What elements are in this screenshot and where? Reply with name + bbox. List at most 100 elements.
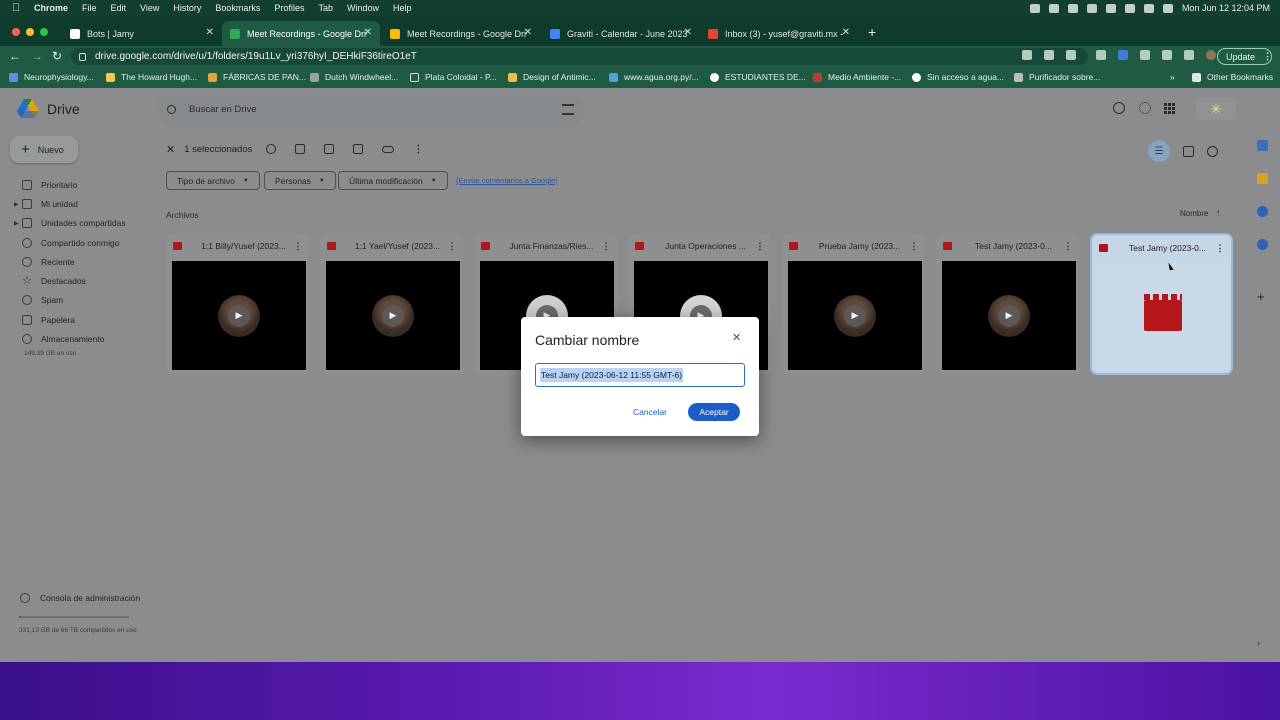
- drive-logo[interactable]: Drive: [17, 99, 80, 118]
- file-more-icon[interactable]: ⋮: [909, 241, 919, 252]
- close-tab-icon[interactable]: ✕: [524, 27, 532, 38]
- close-tab-icon[interactable]: ✕: [684, 27, 692, 38]
- share-person-icon[interactable]: [266, 144, 277, 154]
- menu-app-name[interactable]: Chrome: [34, 3, 68, 13]
- collapse-panel-chevron-icon[interactable]: ›: [1257, 638, 1268, 649]
- bluetooth-icon[interactable]: [1105, 3, 1116, 13]
- close-tab-icon[interactable]: ✕: [206, 27, 214, 38]
- file-more-icon[interactable]: ⋮: [447, 241, 457, 252]
- control-center-icon[interactable]: [1162, 3, 1173, 13]
- browser-tab[interactable]: Graviti - Calendar - June 2023 ✕: [542, 21, 700, 46]
- file-more-icon[interactable]: ⋮: [1063, 241, 1073, 252]
- file-card[interactable]: Test Jamy (2023-0... ⋮ ▶: [936, 233, 1079, 375]
- media-icon[interactable]: [1162, 50, 1172, 60]
- sidebar-item-recent[interactable]: Reciente: [22, 255, 75, 269]
- file-thumbnail[interactable]: ▶: [326, 261, 460, 370]
- sidebar-item-trash[interactable]: Papelera: [22, 313, 75, 327]
- browser-tab-active[interactable]: Meet Recordings - Google Drive ✕: [222, 21, 380, 46]
- bookmark-item[interactable]: Dutch Windwheel...: [310, 72, 398, 82]
- sidebar-item-priority[interactable]: Prioritario: [22, 178, 77, 192]
- filter-file-type[interactable]: Tipo de archivo ▼: [166, 171, 260, 190]
- apple-icon[interactable]: : [12, 2, 24, 14]
- info-icon[interactable]: [1207, 145, 1218, 157]
- sidebar-item-storage[interactable]: Almacenamiento: [22, 332, 104, 346]
- bookmark-item[interactable]: Sin acceso a agua...: [912, 72, 1004, 82]
- list-view-icon[interactable]: [1183, 145, 1194, 157]
- expand-caret-icon[interactable]: ▶: [14, 201, 19, 208]
- minimize-window-button[interactable]: [26, 28, 34, 36]
- filter-people[interactable]: Personas ▼: [264, 171, 336, 190]
- update-button[interactable]: Update ⋮: [1217, 48, 1272, 65]
- file-thumbnail[interactable]: ▶: [172, 261, 306, 370]
- bookmark-item[interactable]: Plata Coloidal - P...: [410, 72, 497, 82]
- maximize-window-button[interactable]: [40, 28, 48, 36]
- new-tab-plus-icon[interactable]: +: [868, 24, 876, 40]
- star-icon[interactable]: [1066, 50, 1076, 60]
- close-tab-icon[interactable]: ✕: [364, 27, 372, 38]
- lock-icon[interactable]: [79, 52, 86, 61]
- menu-edit[interactable]: Edit: [111, 3, 127, 13]
- menu-profiles[interactable]: Profiles: [274, 3, 304, 13]
- sidebar-item-starred[interactable]: ☆ Destacados: [22, 274, 86, 288]
- cancel-button[interactable]: Cancelar: [629, 403, 671, 421]
- file-thumbnail[interactable]: ▶: [788, 261, 922, 370]
- search-icon[interactable]: [1143, 3, 1154, 13]
- menu-file[interactable]: File: [82, 3, 97, 13]
- file-card[interactable]: 1:1 Yael/Yusef (2023... ⋮ ▶: [320, 233, 463, 375]
- status-app-icon[interactable]: [1048, 3, 1059, 13]
- puzzle-icon[interactable]: [1140, 50, 1150, 60]
- search-icon[interactable]: [167, 105, 176, 114]
- sort-arrow-up-icon[interactable]: ↑: [1215, 208, 1220, 219]
- file-thumbnail[interactable]: [1096, 261, 1230, 370]
- file-card-selected[interactable]: Test Jamy (2023-0... ⋮: [1090, 233, 1233, 375]
- accept-button[interactable]: Aceptar: [688, 403, 740, 421]
- menu-history[interactable]: History: [173, 3, 201, 13]
- bookmarks-overflow-icon[interactable]: »: [1170, 72, 1175, 82]
- download-icon[interactable]: [295, 144, 306, 154]
- menu-bookmarks[interactable]: Bookmarks: [215, 3, 260, 13]
- sidebar-item-spam[interactable]: Spam: [22, 293, 63, 307]
- help-icon[interactable]: [1113, 102, 1125, 114]
- clear-selection-icon[interactable]: ✕: [166, 143, 175, 156]
- forward-arrow-icon[interactable]: →: [31, 49, 43, 63]
- kebab-menu-icon[interactable]: ⋮: [1263, 51, 1272, 62]
- bookmark-item[interactable]: www.agua.org.py/...: [609, 72, 699, 82]
- menubar-clock[interactable]: Mon Jun 12 12:04 PM: [1182, 3, 1270, 13]
- url-text[interactable]: drive.google.com/drive/u/1/folders/19u1L…: [95, 51, 417, 62]
- calendar-addon-icon[interactable]: [1257, 140, 1268, 151]
- filter-last-modified[interactable]: Última modificación ▼: [338, 171, 448, 190]
- menu-tab[interactable]: Tab: [318, 3, 333, 13]
- link-icon[interactable]: [382, 145, 395, 153]
- search-bar[interactable]: Buscar en Drive: [156, 94, 586, 125]
- new-button[interactable]: + Nuevo: [10, 136, 78, 163]
- file-card[interactable]: 1:1 Billy/Yusef (2023... ⋮ ▶: [166, 233, 309, 375]
- tasks-addon-icon[interactable]: [1257, 206, 1268, 217]
- feedback-link[interactable]: (Enviar comentarios a Google): [456, 176, 558, 185]
- bookmark-item[interactable]: Design of Antimic...: [508, 72, 596, 82]
- menu-help[interactable]: Help: [393, 3, 412, 13]
- filter-icon[interactable]: ☰: [1148, 140, 1170, 162]
- file-more-icon[interactable]: ⋮: [293, 241, 303, 252]
- file-card[interactable]: Prueba Jamy (2023... ⋮ ▶: [782, 233, 925, 375]
- other-bookmarks[interactable]: Other Bookmarks: [1192, 72, 1273, 82]
- sidebar-item-shared-with-me[interactable]: Compartido conmigo: [22, 236, 119, 250]
- settings-gear-icon[interactable]: [1139, 102, 1151, 114]
- file-more-icon[interactable]: ⋮: [1215, 243, 1225, 254]
- share-icon[interactable]: [1044, 50, 1054, 60]
- admin-console-link[interactable]: Consola de administración: [20, 593, 140, 603]
- keep-addon-icon[interactable]: [1257, 173, 1268, 184]
- trash-icon[interactable]: [353, 144, 364, 154]
- bookmark-item[interactable]: Purificador sobre...: [1014, 72, 1100, 82]
- apps-grid-icon[interactable]: [1164, 103, 1175, 114]
- browser-tab[interactable]: Bots | Jamy ✕: [62, 21, 222, 46]
- address-bar[interactable]: drive.google.com/drive/u/1/folders/19u1L…: [71, 48, 1088, 65]
- file-more-icon[interactable]: ⋮: [755, 241, 765, 252]
- bookmark-item[interactable]: Neurophysiology...: [9, 72, 94, 82]
- more-actions-icon[interactable]: ⋮: [413, 144, 423, 155]
- bookmark-item[interactable]: The Howard Hugh...: [106, 72, 197, 82]
- profile-avatar-icon[interactable]: [1206, 50, 1216, 60]
- close-icon[interactable]: ✕: [732, 331, 741, 344]
- reload-icon[interactable]: ↻: [52, 49, 62, 63]
- battery-icon[interactable]: [1086, 3, 1097, 13]
- menu-view[interactable]: View: [140, 3, 159, 13]
